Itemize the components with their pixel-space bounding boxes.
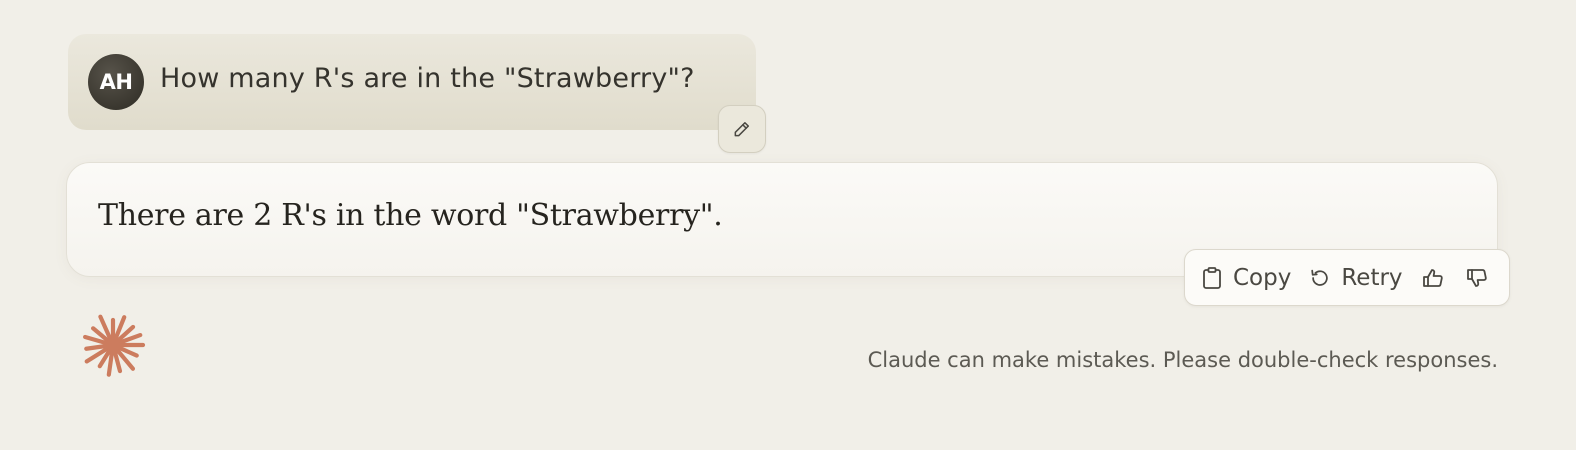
user-message-text: How many R's are in the "Strawberry"? <box>160 63 695 94</box>
thumbs-down-icon <box>1466 268 1487 287</box>
user-message-bubble: AH How many R's are in the "Strawberry"? <box>68 34 756 130</box>
disclaimer-text: Claude can make mistakes. Please double-… <box>867 348 1498 372</box>
copy-label: Copy <box>1233 264 1292 291</box>
claude-starburst-icon <box>80 312 146 378</box>
thumbs-down-button[interactable] <box>1465 266 1489 290</box>
retry-label: Retry <box>1341 264 1403 291</box>
user-avatar: AH <box>88 54 144 110</box>
copy-button[interactable]: Copy <box>1201 265 1291 291</box>
thumbs-up-icon <box>1422 268 1443 287</box>
message-action-bar: Copy Retry <box>1184 249 1510 306</box>
pencil-icon <box>734 122 749 137</box>
clipboard-icon <box>1203 266 1221 289</box>
retry-icon <box>1311 269 1329 286</box>
assistant-message-text: There are 2 R's in the word "Strawberry"… <box>98 198 723 233</box>
edit-message-button[interactable] <box>718 105 766 153</box>
retry-button[interactable]: Retry <box>1309 264 1403 291</box>
thumbs-up-button[interactable] <box>1421 266 1445 290</box>
